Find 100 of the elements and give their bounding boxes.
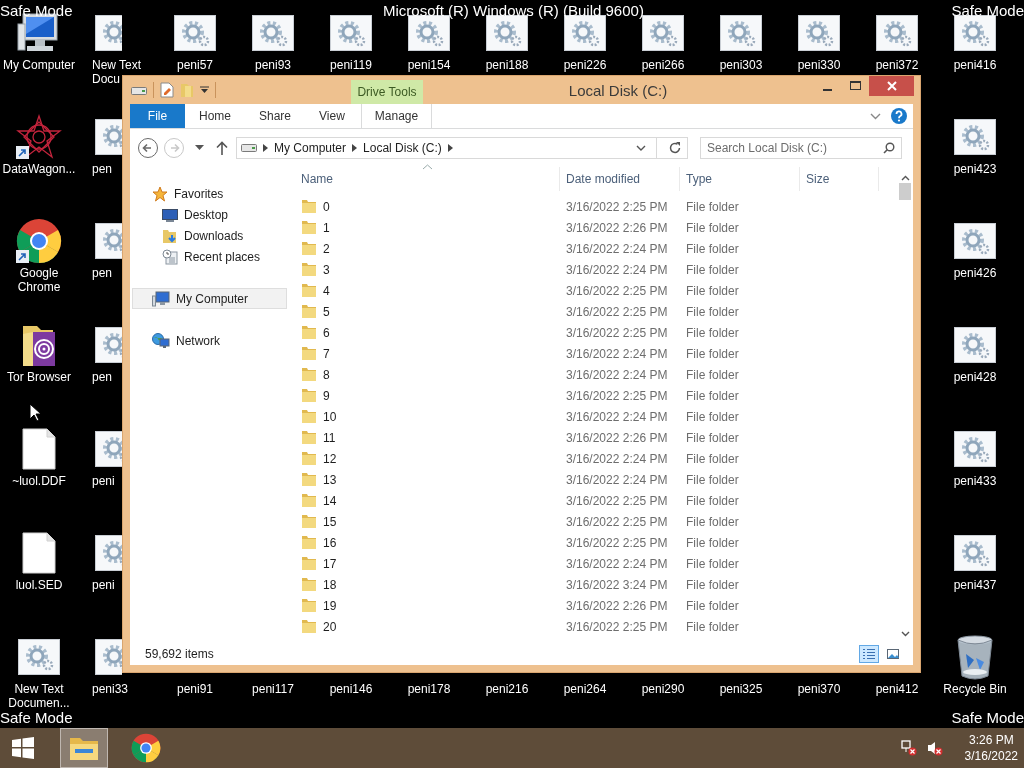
desktop-icon-label[interactable]: peni426	[953, 266, 997, 280]
file-name[interactable]: 16	[323, 535, 337, 550]
network-error-icon[interactable]	[900, 740, 917, 756]
address-bar[interactable]: My Computer Local Disk (C:)	[236, 137, 688, 159]
desktop-icon-label[interactable]: peni154	[407, 58, 451, 72]
file-name[interactable]: 13	[323, 472, 337, 487]
ribbon-tab[interactable]: Manage	[360, 104, 433, 128]
desktop-icon-label[interactable]: pen	[78, 370, 113, 384]
desktop-icon-label[interactable]: luol.SED	[15, 578, 63, 592]
help-icon[interactable]	[891, 108, 907, 124]
file-name[interactable]: 10	[323, 409, 337, 424]
desktop-icon-label[interactable]: peni437	[953, 578, 997, 592]
ribbon-tab[interactable]: Share	[245, 104, 306, 128]
drive-icon[interactable]	[131, 85, 147, 95]
file-name[interactable]: 4	[323, 283, 330, 298]
desktop-icon-label[interactable]: peni370	[797, 682, 841, 696]
desktop-icon-label[interactable]: peni266	[641, 58, 685, 72]
column-header[interactable]: Date modified	[560, 167, 680, 191]
desktop-icon-label[interactable]: peni178	[407, 682, 451, 696]
nav-item[interactable]: My Computer	[132, 288, 287, 309]
desktop-icon-label[interactable]: peni188	[485, 58, 529, 72]
desktop-icon-label[interactable]: peni146	[329, 682, 373, 696]
breadcrumb-arrow-icon[interactable]	[447, 144, 453, 152]
desktop-icon-label[interactable]: peni57	[176, 58, 213, 72]
desktop-icon-label[interactable]: peni216	[485, 682, 529, 696]
speaker-muted-icon[interactable]	[926, 740, 943, 756]
file-name[interactable]: 17	[323, 556, 337, 571]
nav-item[interactable]: Favorites	[132, 183, 287, 204]
desktop-icon-label[interactable]: New Text Docu	[78, 58, 144, 86]
desktop-icon-label[interactable]: peni433	[953, 474, 997, 488]
column-header[interactable]: Type	[680, 167, 800, 191]
column-header[interactable]: Name	[295, 167, 560, 191]
desktop-icon-label[interactable]: peni	[78, 578, 115, 592]
desktop-icon-label[interactable]: ~luol.DDF	[12, 474, 66, 488]
chevron-down-icon[interactable]	[636, 145, 646, 151]
file-name[interactable]: 3	[323, 262, 330, 277]
ribbon-tab[interactable]: View	[305, 104, 359, 128]
ribbon-tab[interactable]: File	[130, 104, 185, 128]
desktop-icon-label[interactable]: peni416	[953, 58, 997, 72]
breadcrumb[interactable]: My Computer	[274, 141, 347, 155]
desktop-icon-label[interactable]: pen	[78, 266, 113, 280]
desktop-icon-label[interactable]: peni	[78, 474, 115, 488]
file-name[interactable]: 18	[323, 577, 337, 592]
file-name[interactable]: 6	[323, 325, 330, 340]
ribbon-tab[interactable]: Home	[185, 104, 245, 128]
desktop-icon-label[interactable]: Recycle Bin	[943, 682, 1007, 696]
clock-time[interactable]: 3:26 PM	[968, 732, 1014, 748]
nav-item[interactable]: Network	[132, 330, 287, 351]
breadcrumb-arrow-icon[interactable]	[263, 144, 268, 152]
desktop-icon-label[interactable]: peni264	[563, 682, 607, 696]
desktop-icon-label[interactable]: peni117	[252, 682, 294, 696]
file-name[interactable]: 0	[323, 199, 330, 214]
desktop-icon-label[interactable]: peni412	[875, 682, 919, 696]
recent-locations-caret-icon[interactable]	[195, 145, 204, 151]
search-field[interactable]: Search Local Disk (C:)	[700, 137, 902, 159]
desktop-icon-label[interactable]: peni33	[78, 682, 129, 696]
desktop-icon-label[interactable]: New Text Documen...	[1, 682, 77, 710]
desktop-icon-label[interactable]: peni372	[875, 58, 919, 72]
desktop-icon-label[interactable]: Google Chrome	[1, 266, 77, 294]
nav-item[interactable]: Desktop	[132, 204, 287, 225]
file-explorer-button[interactable]	[60, 728, 108, 768]
file-name[interactable]: 12	[323, 451, 337, 466]
dropdown-caret-icon[interactable]	[200, 86, 209, 94]
nav-item[interactable]: Recent places	[132, 246, 287, 267]
desktop-icon-label[interactable]: DataWagon...	[2, 162, 76, 176]
close-button[interactable]	[869, 76, 914, 96]
desktop-icon-label[interactable]: pen	[78, 162, 113, 176]
file-name[interactable]: 14	[323, 493, 337, 508]
file-name[interactable]: 20	[323, 619, 337, 634]
desktop-icon-label[interactable]: peni325	[719, 682, 763, 696]
desktop-icon-label[interactable]: peni290	[641, 682, 685, 696]
file-name[interactable]: 7	[323, 346, 330, 361]
file-name[interactable]: 8	[323, 367, 330, 382]
file-name[interactable]: 5	[323, 304, 330, 319]
file-name[interactable]: 15	[323, 514, 337, 529]
file-name[interactable]: 1	[323, 220, 330, 235]
file-name[interactable]: 19	[323, 598, 337, 613]
details-view-button[interactable]	[859, 644, 879, 663]
file-name[interactable]: 11	[323, 430, 336, 445]
desktop-icon-label[interactable]: peni226	[563, 58, 607, 72]
clock-date[interactable]: 3/16/2022	[964, 748, 1018, 764]
desktop-icon-label[interactable]: peni91	[176, 682, 213, 696]
file-name[interactable]: 2	[323, 241, 330, 256]
desktop-icon-label[interactable]: peni303	[719, 58, 763, 72]
file-name[interactable]: 9	[323, 388, 330, 403]
scrollbar-thumb[interactable]	[899, 183, 911, 200]
nav-item[interactable]: Downloads	[132, 225, 287, 246]
back-button[interactable]	[137, 137, 159, 159]
desktop-icon-label[interactable]: Tor Browser	[7, 370, 71, 384]
desktop-icon-label[interactable]: peni119	[330, 58, 372, 72]
chevron-down-icon[interactable]	[870, 112, 881, 120]
desktop-icon-label[interactable]: peni423	[953, 162, 997, 176]
document-icon[interactable]	[160, 82, 174, 98]
refresh-icon[interactable]	[668, 141, 682, 155]
column-header[interactable]: Size	[800, 167, 879, 191]
desktop-icon-label[interactable]: peni428	[953, 370, 997, 384]
desktop-icon-label[interactable]: peni93	[254, 58, 291, 72]
up-arrow-icon[interactable]	[216, 141, 228, 155]
desktop-icon-label[interactable]: peni330	[797, 58, 841, 72]
breadcrumb[interactable]: Local Disk (C:)	[363, 141, 442, 155]
